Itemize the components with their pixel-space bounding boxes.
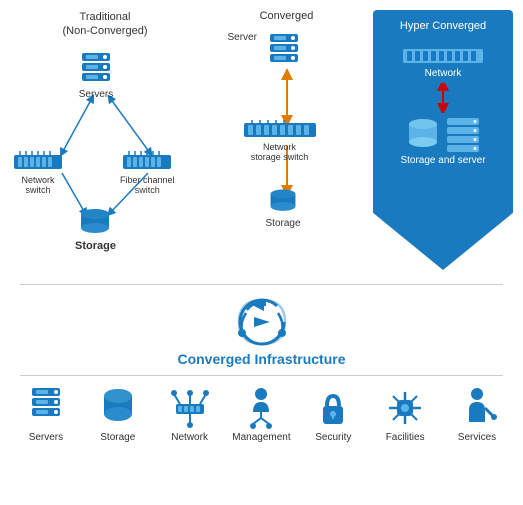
management-label: Management (232, 432, 290, 443)
bottom-network: Network (158, 386, 222, 443)
hyper-converged-block: Hyper Converged Network (373, 10, 513, 270)
network-icon-svg (168, 386, 212, 430)
storage-icon-wrap (96, 386, 140, 430)
bottom-services: Services (445, 386, 509, 443)
trad-network-switch: Networkswitch (14, 151, 62, 195)
security-icon-svg (311, 386, 355, 430)
conv-storage-icon (267, 188, 299, 216)
ci-title: Converged Infrastructure (177, 351, 345, 367)
servers-icon-svg (24, 386, 68, 430)
network-switch-icon (14, 151, 62, 173)
hyper-server-icon (445, 117, 481, 153)
converged-title: Converged (260, 10, 314, 22)
network-switch-label: Networkswitch (21, 175, 54, 195)
security-icon-wrap (311, 386, 355, 430)
storage-label: Storage (100, 432, 135, 443)
bottom-storage: Storage (86, 386, 150, 443)
hyper-arrow (433, 83, 453, 113)
conv-server: Server (266, 32, 302, 68)
trad-storage-label: Storage (75, 240, 116, 252)
bottom-icons-row: Servers Storage (0, 380, 523, 443)
storage-icon-svg (96, 386, 140, 430)
trad-fiber-switch: Fiber channelswitch (120, 151, 175, 195)
services-icon-wrap (455, 386, 499, 430)
facilities-label: Facilities (386, 432, 425, 443)
conv-switch-label: Networkstorage switch (251, 142, 309, 162)
section-divider (20, 284, 503, 285)
management-icon-wrap (239, 386, 283, 430)
conv-server-icon (266, 32, 302, 68)
top-section: Traditional(Non-Converged) (0, 0, 523, 280)
hyper-storage-server-label: Storage and server (400, 155, 485, 166)
hyper-storage-icon (405, 117, 441, 153)
trad-servers-label: Servers (79, 89, 113, 100)
conv-storage: Storage (266, 188, 301, 229)
section-divider-2 (20, 375, 503, 376)
network-label: Network (171, 432, 208, 443)
storage-icon-trad (77, 208, 113, 238)
trad-server: Servers (78, 51, 114, 100)
bottom-facilities: Facilities (373, 386, 437, 443)
conv-storage-label: Storage (266, 218, 301, 229)
hyper-storage-server: Storage and server (400, 117, 485, 166)
bottom-management: Management (229, 386, 293, 443)
servers-icon (24, 386, 68, 430)
conv-switch-icon (244, 120, 316, 140)
conv-server-label: Server (228, 32, 257, 43)
hyper-title: Hyper Converged (400, 20, 486, 32)
hyper-bg: Hyper Converged Network (373, 10, 513, 270)
conv-switch: Networkstorage switch (244, 120, 316, 162)
fiber-switch-label: Fiber channelswitch (120, 175, 175, 195)
traditional-title: Traditional(Non-Converged) (63, 10, 148, 39)
converged-block: Converged Server (222, 10, 352, 236)
network-icon-wrap (168, 386, 212, 430)
traditional-block: Traditional(Non-Converged) (10, 10, 200, 253)
management-icon-svg (239, 386, 283, 430)
bottom-security: Security (301, 386, 365, 443)
hyper-switch-icon (403, 46, 483, 66)
services-label: Services (458, 432, 496, 443)
converged-diagram: Server (222, 26, 352, 236)
facilities-icon-wrap (383, 386, 427, 430)
security-label: Security (315, 432, 351, 443)
traditional-diagram: Servers (10, 43, 200, 253)
services-icon-svg (455, 386, 499, 430)
ci-section: Converged Infrastructure (0, 289, 523, 371)
fiber-switch-icon (123, 151, 171, 173)
ci-logo (230, 295, 294, 349)
hyper-network-switch: Network (403, 46, 483, 79)
server-icon (78, 51, 114, 87)
servers-label: Servers (29, 432, 63, 443)
trad-storage: Storage (75, 208, 116, 252)
hyper-network-label: Network (425, 68, 462, 79)
bottom-servers: Servers (14, 386, 78, 443)
facilities-icon-svg (383, 386, 427, 430)
